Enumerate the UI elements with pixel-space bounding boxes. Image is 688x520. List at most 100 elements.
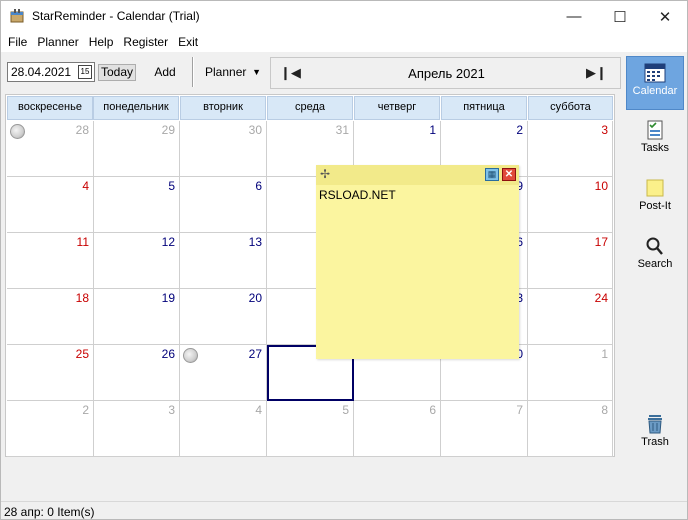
day-number: 7 xyxy=(516,403,523,417)
day-cell[interactable]: 27 xyxy=(180,345,267,401)
sidebar-label-postit: Post-It xyxy=(639,200,671,212)
date-picker-icon[interactable]: 15 xyxy=(78,65,92,79)
day-cell[interactable]: 5 xyxy=(93,177,180,233)
sidebar-item-postit[interactable]: Post-It xyxy=(626,172,684,226)
postit-text[interactable]: RSLOAD.NET xyxy=(319,188,396,202)
day-number: 28 xyxy=(75,123,89,137)
menu-file[interactable]: File xyxy=(3,35,32,49)
day-cell[interactable]: 3 xyxy=(528,121,613,177)
day-number: 29 xyxy=(161,123,175,137)
day-cell[interactable]: 8 xyxy=(528,401,613,457)
postit-icon xyxy=(646,179,664,197)
day-number: 13 xyxy=(248,235,262,249)
day-cell[interactable]: 4 xyxy=(7,177,94,233)
day-cell[interactable]: 2 xyxy=(7,401,94,457)
weekday-header: понедельник xyxy=(93,96,179,120)
day-cell[interactable]: 25 xyxy=(7,345,94,401)
day-number: 30 xyxy=(248,123,262,137)
move-icon[interactable]: ✢ xyxy=(320,167,330,181)
day-number: 17 xyxy=(594,235,608,249)
day-number: 27 xyxy=(248,347,262,361)
weekday-header: четверг xyxy=(354,96,440,120)
toolbar-separator xyxy=(192,57,194,87)
day-number: 6 xyxy=(429,403,436,417)
menu-register[interactable]: Register xyxy=(118,35,173,49)
postit-titlebar[interactable]: ✢ ▦ ✕ xyxy=(316,165,519,185)
day-cell[interactable]: 6 xyxy=(180,177,267,233)
day-cell[interactable]: 3 xyxy=(93,401,180,457)
maximize-button[interactable]: ☐ xyxy=(597,1,643,32)
day-number: 10 xyxy=(594,179,608,193)
app-icon xyxy=(10,9,24,23)
day-cell[interactable]: 20 xyxy=(180,289,267,345)
month-navigator: ❙◀ ▶❙ Апрель 2021 xyxy=(270,57,621,89)
postit-note[interactable]: ✢ ▦ ✕ RSLOAD.NET xyxy=(316,165,519,359)
menu-exit[interactable]: Exit xyxy=(173,35,203,49)
date-input-value: 28.04.2021 xyxy=(11,65,72,79)
sidebar-item-search[interactable]: Search xyxy=(626,230,684,284)
sidebar-item-trash[interactable]: Trash xyxy=(626,408,684,462)
menu-planner[interactable]: Planner xyxy=(32,35,83,49)
day-number: 5 xyxy=(342,403,349,417)
day-cell[interactable]: 17 xyxy=(528,233,613,289)
menu-help[interactable]: Help xyxy=(84,35,119,49)
search-icon xyxy=(646,237,663,255)
day-cell[interactable]: 12 xyxy=(93,233,180,289)
day-cell[interactable]: 7 xyxy=(441,401,528,457)
day-cell[interactable]: 18 xyxy=(7,289,94,345)
month-title: Апрель 2021 xyxy=(408,66,485,81)
calendar-icon xyxy=(644,63,666,83)
weekday-header: вторник xyxy=(180,96,266,120)
moon-phase-icon xyxy=(10,124,25,139)
day-number: 1 xyxy=(429,123,436,137)
day-number: 2 xyxy=(82,403,89,417)
day-number: 31 xyxy=(335,123,349,137)
day-cell[interactable]: 13 xyxy=(180,233,267,289)
day-cell[interactable]: 24 xyxy=(528,289,613,345)
day-cell[interactable]: 10 xyxy=(528,177,613,233)
day-number: 8 xyxy=(601,403,608,417)
sidebar: Calendar Tasks Post-It Search Trash xyxy=(623,52,687,499)
day-number: 18 xyxy=(75,291,89,305)
app-window: StarReminder - Calendar (Trial) — ☐ ✕ Fi… xyxy=(0,0,688,520)
status-text: 28 апр: 0 Item(s) xyxy=(4,505,95,519)
day-cell[interactable]: 6 xyxy=(354,401,441,457)
sidebar-item-calendar[interactable]: Calendar xyxy=(626,56,684,110)
day-number: 25 xyxy=(75,347,89,361)
planner-dropdown[interactable]: Planner ▼ xyxy=(199,61,267,83)
planner-label: Planner xyxy=(205,65,247,79)
weekday-header: среда xyxy=(267,96,353,120)
day-cell[interactable]: 11 xyxy=(7,233,94,289)
day-number: 12 xyxy=(161,235,175,249)
date-input[interactable]: 28.04.2021 15 xyxy=(7,62,95,82)
day-cell[interactable]: 30 xyxy=(180,121,267,177)
day-cell[interactable]: 28 xyxy=(7,121,94,177)
day-number: 4 xyxy=(82,179,89,193)
day-number: 20 xyxy=(248,291,262,305)
today-button[interactable]: Today xyxy=(98,64,136,81)
day-number: 24 xyxy=(594,291,608,305)
menu-bar: File Planner Help Register Exit xyxy=(1,32,687,52)
sidebar-label-calendar: Calendar xyxy=(632,85,678,97)
add-button[interactable]: Add xyxy=(149,64,181,81)
day-cell[interactable]: 26 xyxy=(93,345,180,401)
day-cell[interactable]: 1 xyxy=(528,345,613,401)
sidebar-label-search: Search xyxy=(637,258,673,270)
sidebar-item-tasks[interactable]: Tasks xyxy=(626,114,684,168)
day-number: 11 xyxy=(76,235,89,249)
tile-icon[interactable]: ▦ xyxy=(485,168,499,181)
minimize-button[interactable]: — xyxy=(551,1,597,32)
postit-close-icon[interactable]: ✕ xyxy=(502,168,516,181)
day-number: 3 xyxy=(168,403,175,417)
day-number: 26 xyxy=(161,347,175,361)
moon-phase-icon xyxy=(183,348,198,363)
status-bar: 28 апр: 0 Item(s) xyxy=(1,501,687,519)
day-cell[interactable]: 19 xyxy=(93,289,180,345)
day-number: 6 xyxy=(255,179,262,193)
day-cell[interactable]: 29 xyxy=(93,121,180,177)
weekday-header: пятница xyxy=(441,96,527,120)
day-cell[interactable]: 5 xyxy=(267,401,354,457)
close-button[interactable]: ✕ xyxy=(642,1,688,32)
day-cell[interactable]: 4 xyxy=(180,401,267,457)
title-bar[interactable]: StarReminder - Calendar (Trial) — ☐ ✕ xyxy=(1,1,687,32)
